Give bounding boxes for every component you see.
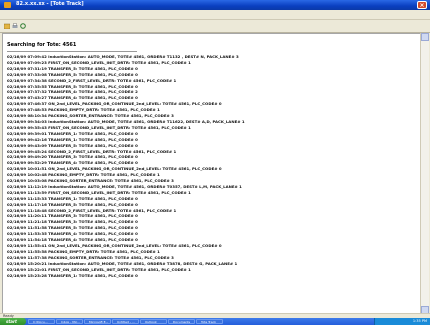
app-window: 82.x.xx.xx - [Tote Track] × File View Tr… [0,0,430,325]
window-title: 82.x.xx.xx - [Tote Track] [16,1,84,7]
vertical-scrollbar[interactable] [420,33,429,314]
log-line: 02/16/09 09:34:03 InductionStation: AUTO… [7,118,245,124]
refresh-icon[interactable] [20,23,26,29]
taskbar-button[interactable]: Microsoft E... [84,319,111,324]
log-line: 02/16/09 15:23:28 TRANSFER_1: TOTE# 4561… [7,272,138,278]
app-icon [4,2,11,8]
print-icon[interactable] [12,23,18,29]
taskbar-button[interactable]: Outlook [140,319,167,324]
log-view[interactable]: Searching for Tote: 4561 02/16/09 07:09:… [2,33,422,314]
taskbar-button[interactable]: Tote Track [196,319,223,324]
log-list: 02/16/09 07:09:42 InductionStation: AUTO… [7,54,245,278]
log-line: 02/16/09 15:20:21 InductionStation: AUTO… [7,260,238,266]
taskbar-button[interactable]: Documents [168,319,195,324]
open-icon[interactable] [4,23,10,29]
search-label: Searching for Tote: 4561 [7,42,77,48]
scroll-up-arrow-icon[interactable] [421,33,429,41]
taskbar-button[interactable]: C:\Docu... [28,319,55,324]
taskbar-button[interactable]: Inbox - Mic... [56,319,83,324]
close-button[interactable]: × [417,1,427,9]
menu-bar: File View Track Log/Re Help [0,10,430,27]
log-line: 02/16/09 11:12:19 InductionStation: AUTO… [7,183,242,189]
taskbar-button[interactable]: Untitled - ... [112,319,139,324]
divider [7,51,137,52]
taskbar: start C:\Docu... Inbox - Mic... Microsoft … [0,318,430,325]
system-tray-clock[interactable]: 1:35 PM [374,318,430,325]
toolbar [0,20,430,33]
title-bar[interactable]: 82.x.xx.xx - [Tote Track] × [0,0,430,10]
start-button[interactable]: start [0,318,26,325]
